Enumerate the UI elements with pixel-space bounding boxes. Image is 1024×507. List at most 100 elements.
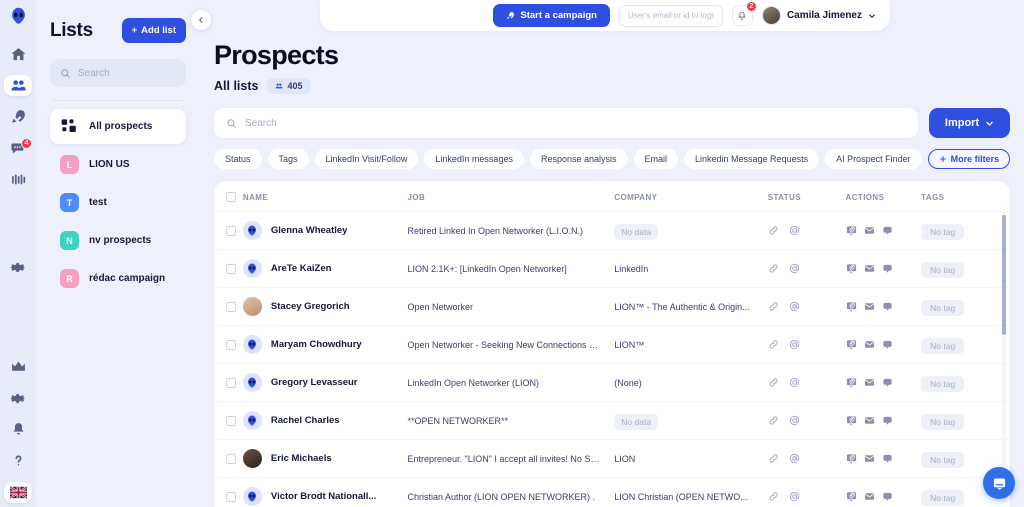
status-icons[interactable] (768, 225, 846, 236)
list-item-nv-prospects[interactable]: N nv prospects (50, 223, 186, 258)
filter-pill-linkedin-message-requests[interactable]: Linkedin Message Requests (684, 149, 820, 169)
more-filters-button[interactable]: More filters (927, 149, 1011, 169)
alien-logo-icon[interactable] (4, 6, 32, 27)
sidebar-item-campaigns[interactable] (4, 106, 32, 127)
table-row[interactable]: Glenna Wheatley Retired Linked In Open Ne… (214, 211, 1011, 250)
tag-chip[interactable]: No tag (921, 413, 965, 430)
plus-icon (939, 156, 946, 162)
row-checkbox[interactable] (226, 301, 236, 312)
table-row[interactable]: Maryam Chowdhury Open Networker - Seeking… (214, 325, 1011, 364)
row-checkbox[interactable] (226, 377, 236, 388)
sidebar-item-help[interactable] (4, 450, 32, 471)
list-item-all-prospects[interactable]: All prospects (50, 109, 186, 144)
filter-pill-linkedin-messages[interactable]: LinkedIn messages (424, 149, 524, 169)
sidebar-item-settings[interactable] (4, 387, 32, 408)
filter-pill-ai-prospect-finder[interactable]: AI Prospect Finder (825, 149, 922, 169)
list-item-lion-us[interactable]: L LION US (50, 147, 186, 182)
company-text: (None) (614, 377, 642, 388)
filter-pill-response-analysis[interactable]: Response analysis (529, 149, 628, 169)
prospect-search-input[interactable] (245, 117, 906, 129)
table-row[interactable]: Rachel Charles **OPEN NETWORKER** No data N… (214, 401, 1011, 440)
table-row[interactable]: Eric Michaels Entrepreneur. "LION" I acce… (214, 439, 1011, 478)
sidebar-item-upgrade[interactable] (4, 356, 32, 377)
action-icons[interactable] (846, 225, 922, 236)
message-icon (882, 340, 892, 349)
sidebar-item-team[interactable] (4, 169, 32, 190)
status-icons[interactable] (768, 415, 846, 426)
list-item-redac-campaign[interactable]: R rédac campaign (50, 261, 186, 296)
filter-pill-status[interactable]: Status (214, 149, 262, 169)
table-row[interactable]: Gregory Levasseur LinkedIn Open Networker… (214, 363, 1011, 402)
tag-chip[interactable]: No tag (921, 451, 965, 468)
lists-search[interactable] (50, 59, 186, 87)
row-checkbox[interactable] (226, 263, 236, 274)
sidebar-item-home[interactable] (4, 43, 32, 64)
filter-pill-email[interactable]: Email (633, 149, 679, 169)
at-icon (789, 339, 799, 350)
prospect-search[interactable] (214, 108, 918, 138)
action-icons[interactable] (846, 377, 922, 388)
user-menu[interactable]: Camila Jimenez (761, 6, 876, 25)
row-checkbox[interactable] (226, 415, 236, 426)
link-icon (769, 454, 778, 463)
tag-chip[interactable]: No tag (921, 337, 965, 354)
row-checkbox[interactable] (226, 225, 236, 236)
table-row[interactable]: Stacey Gregorich Open Networker LION™ - Th… (214, 287, 1011, 326)
sidebar-item-inbox[interactable]: 4 (4, 137, 32, 159)
action-icons[interactable] (846, 263, 922, 274)
table-row[interactable]: Victor Brodt Nationall... Christian Autho… (214, 477, 1011, 507)
action-icons[interactable] (846, 301, 922, 312)
tag-chip[interactable]: No tag (921, 223, 965, 240)
company-text: LinkedIn (614, 263, 649, 274)
collapse-panel-button[interactable] (191, 10, 211, 30)
at-icon (789, 453, 799, 464)
row-checkbox[interactable] (226, 453, 236, 464)
app-root: 4 Lists + Add list Search All prospects … (0, 0, 1024, 507)
status-icons[interactable] (768, 339, 846, 350)
table-body: Glenna Wheatley Retired Linked In Open Ne… (214, 211, 1011, 507)
tag-chip[interactable]: No tag (921, 375, 965, 392)
select-all-checkbox[interactable] (226, 192, 236, 202)
sidebar-item-notifications[interactable] (4, 419, 32, 440)
start-campaign-button[interactable]: Start a campaign (493, 4, 610, 27)
add-list-button[interactable]: + Add list (121, 18, 186, 43)
tag-chip[interactable]: No tag (921, 261, 965, 278)
filter-pill-linkedin-visit-follow[interactable]: LinkedIn Visit/Follow (314, 149, 419, 169)
tag-chip[interactable]: No tag (921, 299, 965, 316)
table-row[interactable]: AreTe KaiZen LION 2.1K+: [LinkedIn Open N… (214, 249, 1011, 288)
uk-flag-icon[interactable] (4, 481, 32, 503)
notifications-button[interactable]: 2 (731, 1, 757, 26)
main-content: Start a campaign 2 Camila Jimenez Prospe… (200, 0, 1024, 507)
row-checkbox[interactable] (226, 339, 236, 350)
list-item-test[interactable]: T test (50, 185, 186, 220)
prospect-count-badge: 405 (267, 78, 311, 94)
list-avatar: N (60, 231, 79, 250)
status-icons[interactable] (768, 453, 846, 464)
envelope-icon (864, 417, 874, 424)
prospect-name: Gregory Levasseur (270, 377, 358, 388)
table-scrollbar-thumb[interactable] (1002, 215, 1007, 335)
sidebar-item-settings-mid[interactable] (4, 257, 32, 278)
action-icons[interactable] (846, 491, 922, 502)
support-chat-button[interactable] (983, 467, 1016, 499)
table-scrollbar-track[interactable] (1002, 207, 1007, 503)
status-icons[interactable] (768, 301, 846, 312)
action-icons[interactable] (846, 415, 922, 426)
plus-icon: + (131, 25, 138, 36)
lists-search-input[interactable] (78, 67, 176, 79)
action-icons[interactable] (846, 339, 922, 350)
job-text: **OPEN NETWORKER** (407, 415, 508, 426)
filter-pill-tags[interactable]: Tags (267, 149, 309, 169)
prospect-name-cell: Stacey Gregorich (242, 297, 408, 316)
sidebar-item-prospects[interactable] (4, 74, 32, 97)
status-icons[interactable] (768, 263, 846, 274)
tag-chip[interactable]: No tag (921, 489, 965, 506)
status-icons[interactable] (768, 377, 846, 388)
row-checkbox[interactable] (226, 491, 236, 502)
import-button[interactable]: Import (928, 108, 1011, 138)
user-login-input[interactable] (618, 4, 723, 27)
notification-badge: 2 (745, 1, 757, 12)
status-icons[interactable] (768, 491, 846, 502)
action-icons[interactable] (846, 453, 922, 464)
no-data-badge: No data (614, 223, 659, 240)
